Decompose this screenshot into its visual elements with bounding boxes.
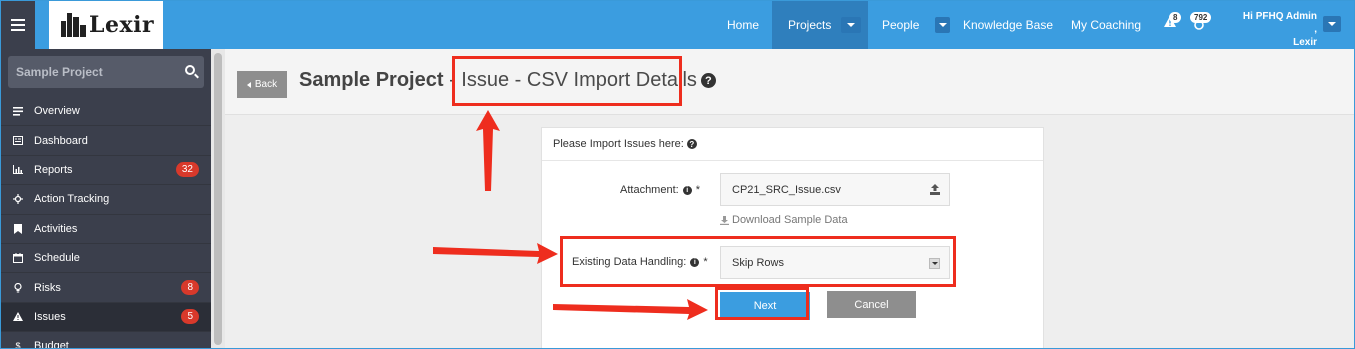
page-header: Back Sample Project - Issue - CSV Import…: [225, 49, 1354, 115]
menu-toggle-icon[interactable]: [1, 1, 35, 49]
import-form-card: Please Import Issues here: ? Attachment:…: [541, 127, 1044, 348]
sidebar-item-activities[interactable]: Activities: [1, 215, 211, 244]
sidebar-item-risks[interactable]: Risks 8: [1, 273, 211, 303]
sidebar: Sample Project Overview Dashboard Report…: [1, 49, 211, 349]
search-placeholder: Sample Project: [16, 65, 103, 79]
page-title-project: Sample Project: [299, 69, 444, 91]
back-button-label: Back: [254, 79, 278, 90]
required-mark: *: [703, 256, 708, 268]
sidebar-item-label: Issues: [34, 310, 66, 323]
info-icon[interactable]: i: [682, 185, 692, 195]
existing-data-handling-value: Skip Rows: [732, 256, 784, 269]
sidebar-item-issues[interactable]: Issues 5: [1, 302, 211, 333]
cancel-button-label: Cancel: [854, 298, 889, 311]
nav-projects-label: Projects: [788, 18, 832, 32]
sidebar-scrollbar-thumb[interactable]: [214, 53, 222, 345]
building-logo-icon: [61, 11, 87, 39]
page-title-subpage: Issue - CSV Import Details: [461, 69, 697, 91]
top-navbar: Lexir Home Projects People Knowledge Bas…: [1, 1, 1354, 49]
sidebar-item-action-tracking[interactable]: Action Tracking: [1, 185, 211, 215]
sidebar-item-reports[interactable]: Reports 32: [1, 156, 211, 186]
info-icon[interactable]: i: [690, 257, 700, 267]
sidebar-item-label: Activities: [34, 222, 78, 235]
next-button[interactable]: Next: [720, 292, 810, 320]
crosshair-icon: [13, 194, 23, 205]
help-icon[interactable]: ?: [686, 139, 697, 149]
sidebar-item-overview[interactable]: Overview: [1, 97, 211, 127]
bar-chart-icon: [13, 165, 23, 175]
user-menu-chevron-icon[interactable]: [1323, 16, 1341, 32]
import-form-heading-text: Please Import Issues here:: [553, 138, 684, 150]
issues-count-badge: 5: [181, 309, 199, 325]
greeting-org: Lexir: [1293, 37, 1317, 48]
existing-data-handling-select[interactable]: Skip Rows: [720, 246, 950, 279]
download-icon: [720, 215, 729, 225]
nav-my-coaching-label: My Coaching: [1070, 18, 1142, 32]
nav-home-label: Home: [726, 18, 759, 32]
calendar-icon: [13, 253, 23, 264]
chevron-down-icon[interactable]: [841, 17, 862, 33]
alerts-notification[interactable]: 8: [1163, 12, 1182, 28]
nav-my-coaching[interactable]: My Coaching: [1063, 1, 1149, 49]
page-title-separator: -: [443, 69, 462, 91]
bookmark-icon: [13, 223, 23, 234]
help-icon[interactable]: ?: [700, 73, 716, 88]
warning-icon: [13, 312, 23, 322]
list-icon: [13, 106, 23, 116]
reports-count-badge: 32: [175, 162, 199, 178]
sidebar-item-label: Schedule: [34, 252, 80, 265]
next-button-label: Next: [753, 300, 777, 312]
lightbulb-icon: [13, 282, 23, 293]
nav-people[interactable]: People: [868, 1, 950, 49]
upload-icon[interactable]: [930, 184, 940, 195]
logo-text: Lexir: [89, 12, 155, 38]
nav-projects[interactable]: Projects: [772, 1, 868, 49]
page-title: Sample Project - Issue - CSV Import Deta…: [299, 69, 716, 92]
sidebar-item-label: Dashboard: [34, 134, 88, 147]
chevron-down-icon[interactable]: [929, 258, 940, 269]
sidebar-item-label: Risks: [34, 281, 61, 294]
app-window: Lexir Home Projects People Knowledge Bas…: [0, 0, 1355, 349]
user-greeting[interactable]: Hi PFHQ Admin , Lexir: [1241, 10, 1317, 49]
logo[interactable]: Lexir: [49, 1, 163, 49]
sidebar-item-label: Reports: [34, 163, 73, 176]
attachment-label-text: Attachment:: [620, 184, 679, 196]
sidebar-item-dashboard[interactable]: Dashboard: [1, 126, 211, 156]
nav-home[interactable]: Home: [717, 1, 769, 49]
existing-data-handling-label: Existing Data Handling: i *: [572, 256, 708, 268]
updates-notification[interactable]: 792: [1190, 12, 1212, 31]
nav-people-label: People: [882, 18, 920, 32]
download-sample-link[interactable]: Download Sample Data: [720, 214, 848, 226]
search-icon[interactable]: [185, 65, 195, 75]
nav-knowledge-base[interactable]: Knowledge Base: [958, 1, 1058, 49]
sidebar-item-budget[interactable]: $ Budget: [1, 332, 211, 349]
attachment-file-input[interactable]: CP21_SRC_Issue.csv: [720, 173, 950, 206]
nav-knowledge-base-label: Knowledge Base: [962, 18, 1054, 32]
sidebar-item-label: Overview: [34, 105, 80, 118]
import-form-heading: Please Import Issues here: ?: [542, 128, 1043, 161]
download-sample-link-text: Download Sample Data: [732, 214, 848, 226]
updates-badge: 792: [1190, 12, 1212, 23]
sidebar-item-schedule[interactable]: Schedule: [1, 244, 211, 274]
attachment-file-name: CP21_SRC_Issue.csv: [732, 183, 841, 196]
sidebar-item-label: Action Tracking: [34, 193, 110, 206]
existing-data-handling-label-text: Existing Data Handling:: [572, 256, 687, 268]
sidebar-item-label: Budget: [34, 340, 69, 349]
required-mark: *: [695, 184, 700, 196]
attachment-label: Attachment: i *: [620, 184, 700, 196]
alerts-badge: 8: [1169, 12, 1182, 23]
dashboard-icon: [13, 136, 23, 146]
chevron-down-icon[interactable]: [935, 17, 950, 33]
cancel-button[interactable]: Cancel: [827, 291, 916, 318]
risks-count-badge: 8: [181, 280, 199, 296]
project-search-input[interactable]: Sample Project: [8, 56, 204, 88]
back-button[interactable]: Back: [237, 71, 287, 98]
dollar-icon: $: [15, 341, 21, 349]
sidebar-menu: Overview Dashboard Reports 32 Action Tra…: [1, 97, 211, 349]
main-content: Back Sample Project - Issue - CSV Import…: [225, 49, 1354, 348]
greeting-name: Hi PFHQ Admin ,: [1242, 11, 1317, 35]
